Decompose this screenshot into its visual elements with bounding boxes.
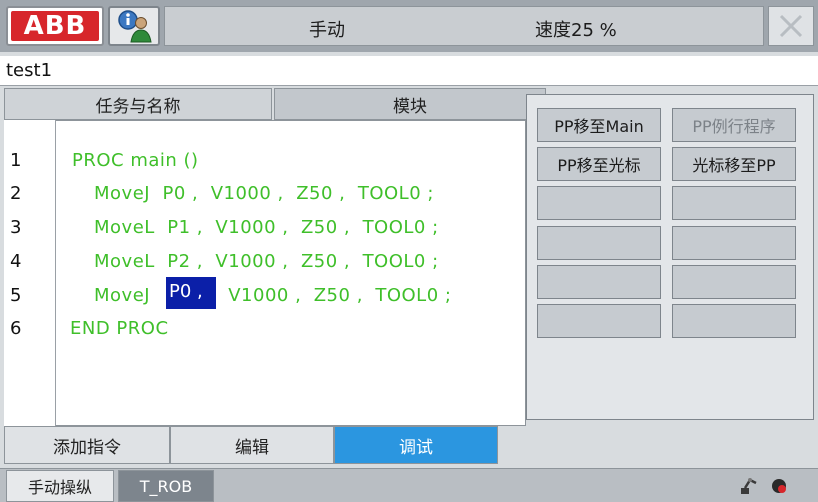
cursor-to-pp-label: 光标移至PP — [692, 156, 776, 175]
quickset-tray[interactable] — [734, 474, 794, 498]
empty-menu-button[interactable] — [672, 186, 796, 220]
selected-token-text: P0 , — [169, 281, 203, 302]
empty-menu-button[interactable] — [672, 226, 796, 260]
empty-menu-button[interactable] — [537, 226, 661, 260]
add-instruction-button[interactable]: 添加指令 — [4, 426, 170, 464]
code-line[interactable]: MoveL P2 , V1000 , Z50 , TOOL0 ; — [94, 251, 439, 272]
line-number: 3 — [10, 217, 22, 238]
tab-task-label: 任务与名称 — [95, 96, 181, 117]
pp-to-main-button[interactable]: PP移至Main — [537, 108, 661, 142]
pp-to-main-label: PP移至Main — [554, 117, 644, 136]
abb-logo-button[interactable]: ABB — [6, 6, 104, 46]
edit-label: 编辑 — [235, 437, 269, 458]
speed-override: 速度25 % — [535, 20, 617, 41]
tab-module-label: 模块 — [393, 96, 427, 117]
line-number: 6 — [10, 318, 22, 339]
line-number: 5 — [10, 285, 22, 306]
code-line[interactable]: MoveJ P0 , V1000 , Z50 , TOOL0 ; — [94, 183, 434, 204]
abb-logo-text: ABB — [23, 11, 87, 41]
stop-status-icon — [772, 479, 786, 493]
info-person-icon — [118, 10, 152, 43]
code-line[interactable]: END PROC — [70, 318, 169, 339]
close-icon — [779, 14, 803, 38]
event-log-button[interactable] — [108, 6, 160, 46]
operating-mode: 手动 — [309, 20, 345, 41]
status-bar: 手动 速度25 % — [164, 6, 764, 46]
empty-menu-button[interactable] — [537, 304, 661, 338]
tab-task-and-name[interactable]: 任务与名称 — [4, 88, 272, 120]
line-number: 1 — [10, 150, 22, 171]
taskbar-item-manual-jog[interactable]: 手动操纵 — [6, 470, 114, 502]
code-line[interactable]: MoveL P1 , V1000 , Z50 , TOOL0 ; — [94, 217, 439, 238]
program-title-bar: test1 — [0, 56, 818, 86]
empty-menu-button[interactable] — [537, 186, 661, 220]
line-number: 2 — [10, 183, 22, 204]
cursor-to-pp-button[interactable]: 光标移至PP — [672, 147, 796, 181]
pp-to-cursor-label: PP移至光标 — [557, 156, 641, 175]
pp-to-routine-button[interactable]: PP例行程序 — [672, 108, 796, 142]
selected-code-token[interactable]: P0 , — [166, 277, 216, 309]
close-button[interactable] — [768, 6, 814, 46]
code-line-suffix[interactable]: V1000 , Z50 , TOOL0 ; — [222, 285, 451, 306]
pp-to-cursor-button[interactable]: PP移至光标 — [537, 147, 661, 181]
line-number: 4 — [10, 251, 22, 272]
empty-menu-button[interactable] — [537, 265, 661, 299]
taskbar-item-task[interactable]: T_ROB — [118, 470, 214, 502]
code-line-prefix[interactable]: MoveJ — [94, 285, 156, 306]
pp-to-routine-label: PP例行程序 — [692, 117, 776, 136]
program-name: test1 — [6, 60, 53, 81]
add-instruction-label: 添加指令 — [53, 437, 121, 458]
task-name-label: T_ROB — [139, 476, 193, 496]
debug-label: 调试 — [399, 437, 433, 458]
code-line[interactable]: PROC main () — [72, 150, 199, 171]
edit-button[interactable]: 编辑 — [170, 426, 334, 464]
robot-mechanical-unit-icon — [741, 478, 757, 494]
tab-module[interactable]: 模块 — [274, 88, 546, 120]
manual-jog-label: 手动操纵 — [27, 478, 92, 497]
debug-button[interactable]: 调试 — [334, 426, 498, 464]
empty-menu-button[interactable] — [672, 265, 796, 299]
empty-menu-button[interactable] — [672, 304, 796, 338]
